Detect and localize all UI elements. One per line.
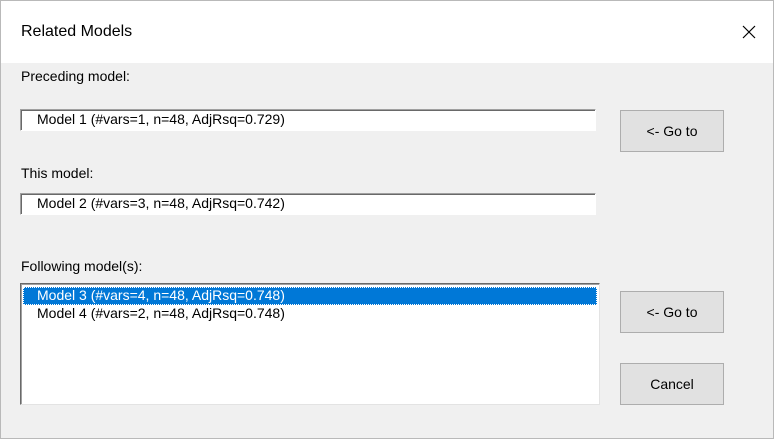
this-model-field: Model 2 (#vars=3, n=48, AdjRsq=0.742) bbox=[20, 193, 596, 215]
preceding-model-label: Preceding model: bbox=[21, 68, 130, 84]
go-to-following-button[interactable]: <- Go to bbox=[620, 291, 724, 333]
cancel-button[interactable]: Cancel bbox=[620, 363, 724, 405]
close-button[interactable] bbox=[725, 1, 773, 63]
preceding-model-field: Model 1 (#vars=1, n=48, AdjRsq=0.729) bbox=[20, 109, 596, 131]
following-models-list[interactable]: Model 3 (#vars=4, n=48, AdjRsq=0.748) Mo… bbox=[20, 283, 600, 405]
close-icon bbox=[741, 24, 757, 40]
this-model-label: This model: bbox=[21, 165, 94, 181]
go-to-preceding-button[interactable]: <- Go to bbox=[620, 110, 724, 152]
related-models-dialog: Related Models Preceding model: Model 1 … bbox=[0, 0, 774, 439]
title-bar: Related Models bbox=[1, 1, 773, 63]
dialog-title: Related Models bbox=[21, 23, 133, 40]
list-item[interactable]: Model 4 (#vars=2, n=48, AdjRsq=0.748) bbox=[23, 305, 597, 323]
list-item[interactable]: Model 3 (#vars=4, n=48, AdjRsq=0.748) bbox=[23, 287, 597, 305]
following-models-label: Following model(s): bbox=[21, 258, 143, 274]
